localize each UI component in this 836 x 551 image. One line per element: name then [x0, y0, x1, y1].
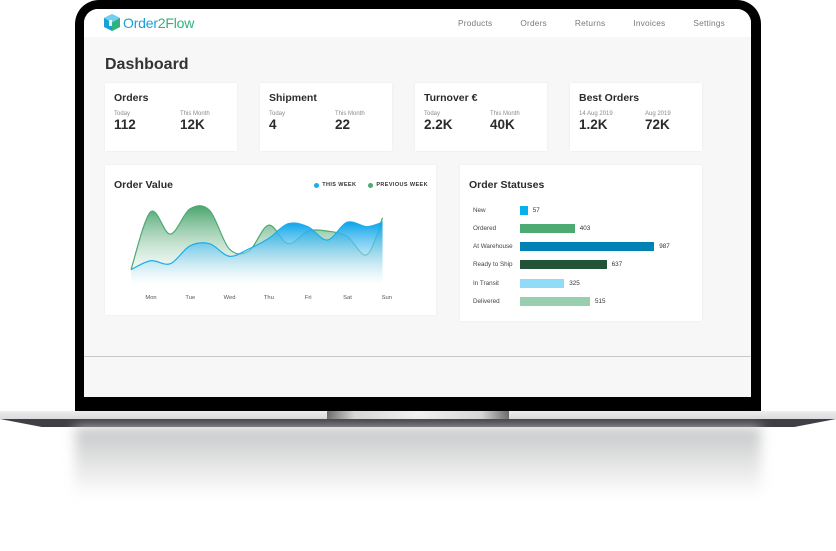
status-bar[interactable]: [520, 223, 575, 233]
kpi-title: Orders: [114, 92, 149, 104]
status-label: In Transit: [473, 279, 499, 287]
logo[interactable]: Order2Flow: [104, 14, 194, 31]
x-tick-label: Wed: [224, 295, 236, 301]
kpi-title: Best Orders: [579, 92, 640, 104]
kpi-value: 112: [114, 117, 136, 132]
nav-products[interactable]: Products: [458, 18, 492, 28]
kpi-card-turnover[interactable]: Turnover € Today 2.2K This Month 40K: [415, 83, 547, 151]
nav-settings[interactable]: Settings: [693, 18, 725, 28]
x-tick-label: Mon: [145, 295, 156, 301]
kpi-card-orders[interactable]: Orders Today 112 This Month 12K: [105, 83, 237, 151]
status-label: At Warehouse: [473, 243, 513, 251]
kpi-value: 22: [335, 117, 351, 132]
cube-logo-icon: [104, 14, 120, 31]
nav-menu: Products Orders Returns Invoices Setting…: [430, 18, 725, 28]
nav-invoices[interactable]: Invoices: [633, 18, 665, 28]
laptop-shadow: [75, 427, 761, 497]
nav-orders[interactable]: Orders: [520, 18, 547, 28]
status-row: In Transit 325: [473, 278, 580, 288]
status-label: Delivered: [473, 298, 500, 305]
kpi-value: 1.2K: [579, 117, 608, 132]
screen: Order2Flow Products Orders Returns Invoi…: [84, 9, 751, 397]
kpi-value: 12K: [180, 117, 205, 132]
status-value: 987: [659, 243, 670, 251]
page-title: Dashboard: [105, 56, 189, 73]
status-label: New: [473, 206, 486, 214]
kpi-value: 40K: [490, 117, 515, 132]
laptop-hinge: [327, 411, 509, 419]
status-row: Ready to Ship 637: [473, 260, 622, 270]
status-label: Ordered: [473, 224, 497, 232]
order-statuses-card: Order Statuses New 57 Ordered 403 At Warehou…: [460, 165, 702, 321]
status-label: Ready to Ship: [473, 261, 513, 269]
kpi-value: 4: [269, 117, 277, 132]
order-value-card: Order Value THIS WEEK PREVIOUS WEEK Mon T…: [105, 165, 436, 315]
kpi-card-shipment[interactable]: Shipment Today 4 This Month 22: [260, 83, 392, 151]
nav-returns[interactable]: Returns: [575, 18, 605, 28]
status-value: 325: [569, 279, 580, 287]
kpi-value: 72K: [645, 117, 670, 132]
status-value: 403: [579, 224, 591, 232]
status-row: Ordered 403: [473, 223, 590, 233]
status-value: 57: [532, 206, 540, 214]
top-nav: Order2Flow Products Orders Returns Invoi…: [84, 9, 751, 37]
status-bar[interactable]: [520, 205, 528, 215]
kpi-title: Turnover €: [424, 92, 478, 104]
x-tick-label: Tue: [185, 295, 195, 301]
x-tick-label: Thu: [264, 295, 274, 301]
laptop-base-edge: [0, 419, 836, 427]
divider: [84, 356, 751, 357]
status-bar[interactable]: [520, 242, 655, 252]
logo-text-flow: Flow: [165, 14, 195, 31]
status-bar[interactable]: [520, 297, 591, 306]
status-bar[interactable]: [520, 278, 565, 288]
kpi-title: Shipment: [269, 92, 317, 104]
kpi-card-best-orders[interactable]: Best Orders 14 Aug 2019 1.2K Aug 2019 72K: [570, 83, 702, 151]
x-tick-label: Fri: [305, 295, 312, 301]
status-row: Delivered 515: [473, 297, 606, 307]
x-tick-label: Sun: [382, 295, 392, 301]
x-tick-label: Sat: [343, 295, 352, 301]
logo-text-order: Order: [123, 14, 158, 31]
status-value: 515: [595, 298, 606, 305]
kpi-value: 2.2K: [424, 117, 453, 132]
status-value: 637: [611, 261, 623, 269]
status-row: At Warehouse 987: [473, 242, 670, 252]
order-value-chart: Mon Tue Wed Thu Fri Sat Sun: [130, 205, 392, 301]
chart-title: Order Statuses: [469, 179, 545, 191]
status-row: New 57: [473, 205, 540, 215]
status-bar[interactable]: [520, 260, 607, 270]
